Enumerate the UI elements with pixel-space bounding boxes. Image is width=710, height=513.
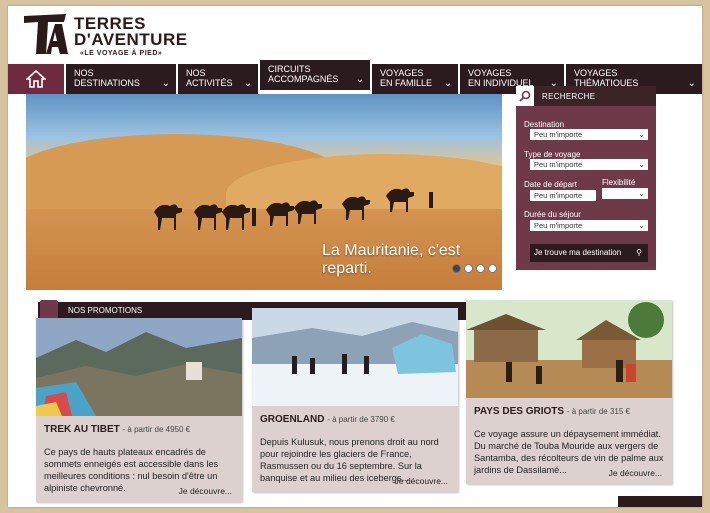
slide-dot[interactable]: [488, 264, 497, 273]
flexibility-label: Flexibilité: [602, 178, 636, 187]
destination-value: Peu m'importe: [534, 130, 583, 139]
trip-type-value: Peu m'importe: [534, 160, 583, 169]
promo-title-text: TREK AU TIBET: [44, 424, 120, 435]
chevron-down-icon: ⌄: [443, 78, 452, 89]
trip-type-select[interactable]: Peu m'importe ⌄: [530, 159, 648, 170]
griots-image: [466, 300, 672, 398]
departure-date-label: Date de départ: [524, 180, 577, 189]
discover-link[interactable]: Je découvre...: [609, 468, 662, 478]
promo-title[interactable]: PAYS DES GRIOTS - à partir de 315 €: [474, 406, 630, 417]
find-destination-label: Je trouve ma destination: [534, 248, 622, 257]
chevron-down-icon: ⌄: [687, 78, 696, 89]
nav-label: EN FAMILLE: [380, 78, 433, 88]
promo-title-text: PAYS DES GRIOTS: [474, 406, 565, 417]
find-destination-button[interactable]: Je trouve ma destination ⚲: [530, 244, 648, 262]
hero-slideshow[interactable]: La Mauritanie, c'est reparti.: [26, 94, 502, 290]
nav-label: VOYAGES: [380, 68, 424, 78]
nav-item-famille[interactable]: VOYAGES EN FAMILLE ⌄: [370, 64, 458, 94]
destination-select[interactable]: Peu m'importe ⌄: [530, 129, 648, 140]
home-icon: [26, 70, 46, 88]
search-panel: RECHERCHE Destination Peu m'importe ⌄ Typ…: [516, 86, 656, 270]
web-page: TERRES D'AVENTURE «LE VOYAGE À PIED» NOS…: [8, 6, 702, 507]
footer-bar: [618, 496, 702, 507]
nav-label: ACTIVITÉS: [186, 78, 233, 88]
departure-date-value: Peu m'importe: [534, 191, 583, 200]
slide-indicators: [452, 264, 497, 273]
promo-price: - à partir de 315 €: [566, 407, 630, 416]
nav-label: NOS: [186, 68, 206, 78]
nav-item-circuits[interactable]: CIRCUITS ACCOMPAGNÉS ⌄: [258, 60, 370, 90]
brand-title: TERRES D'AVENTURE: [74, 14, 188, 49]
nav-label: CIRCUITS: [268, 64, 311, 74]
discover-link[interactable]: Je découvre...: [395, 476, 448, 486]
departure-date-input[interactable]: Peu m'importe: [530, 190, 596, 201]
slide-dot[interactable]: [476, 264, 485, 273]
promo-title[interactable]: GROENLAND - à partir de 3790 €: [260, 414, 395, 425]
promo-title-text: GROENLAND: [260, 414, 325, 425]
search-icon: [516, 86, 534, 106]
nav-label: VOYAGES: [468, 68, 512, 78]
trip-type-label: Type de voyage: [524, 150, 581, 159]
chevron-down-icon: ⌄: [638, 189, 645, 198]
search-header: RECHERCHE: [516, 86, 656, 106]
logo-mark-icon: [24, 14, 68, 54]
chevron-down-icon: ⌄: [161, 78, 170, 89]
duration-label: Durée du séjour: [524, 210, 581, 219]
chevron-down-icon: ⌄: [638, 221, 645, 230]
tibet-image: [36, 318, 242, 416]
nav-label: DESTINATIONS: [74, 78, 140, 88]
nav-label: NOS: [74, 68, 94, 78]
duration-value: Peu m'importe: [534, 221, 583, 230]
groenland-image: [252, 308, 458, 406]
nav-item-destinations[interactable]: NOS DESTINATIONS ⌄: [64, 64, 176, 94]
discover-link[interactable]: Je découvre...: [179, 486, 232, 496]
nav-home-button[interactable]: [8, 64, 64, 94]
promo-card-tibet[interactable]: TREK AU TIBET - à partir de 4950 € Ce pa…: [36, 318, 242, 502]
brand-logo[interactable]: TERRES D'AVENTURE «LE VOYAGE À PIED»: [22, 12, 202, 60]
promo-title[interactable]: TREK AU TIBET - à partir de 4950 €: [44, 424, 190, 435]
chevron-down-icon: ⌄: [638, 130, 645, 139]
promo-card-griots[interactable]: PAYS DES GRIOTS - à partir de 315 € Ce v…: [466, 300, 672, 484]
slide-dot[interactable]: [464, 264, 473, 273]
nav-label: VOYAGES: [574, 68, 618, 78]
tag-icon: [40, 300, 58, 320]
camel-caravan-image: [154, 188, 433, 230]
slide-dot[interactable]: [452, 264, 461, 273]
nav-label: ACCOMPAGNÉS: [268, 74, 339, 84]
promo-price: - à partir de 3790 €: [327, 415, 395, 424]
chevron-down-icon: ⌄: [638, 160, 645, 169]
nav-item-activites[interactable]: NOS ACTIVITÉS ⌄: [176, 64, 258, 94]
search-heading: RECHERCHE: [542, 91, 596, 101]
flexibility-select[interactable]: ⌄: [602, 188, 648, 199]
chevron-down-icon: ⌄: [243, 78, 252, 89]
promo-price: - à partir de 4950 €: [122, 425, 191, 434]
destination-label: Destination: [524, 120, 565, 129]
promo-card-groenland[interactable]: GROENLAND - à partir de 3790 € Depuis Ku…: [252, 308, 458, 492]
duration-select[interactable]: Peu m'importe ⌄: [530, 220, 648, 231]
search-icon: ⚲: [636, 248, 642, 257]
chevron-down-icon: ⌄: [355, 74, 364, 85]
brand-tagline: «LE VOYAGE À PIED»: [80, 50, 163, 57]
